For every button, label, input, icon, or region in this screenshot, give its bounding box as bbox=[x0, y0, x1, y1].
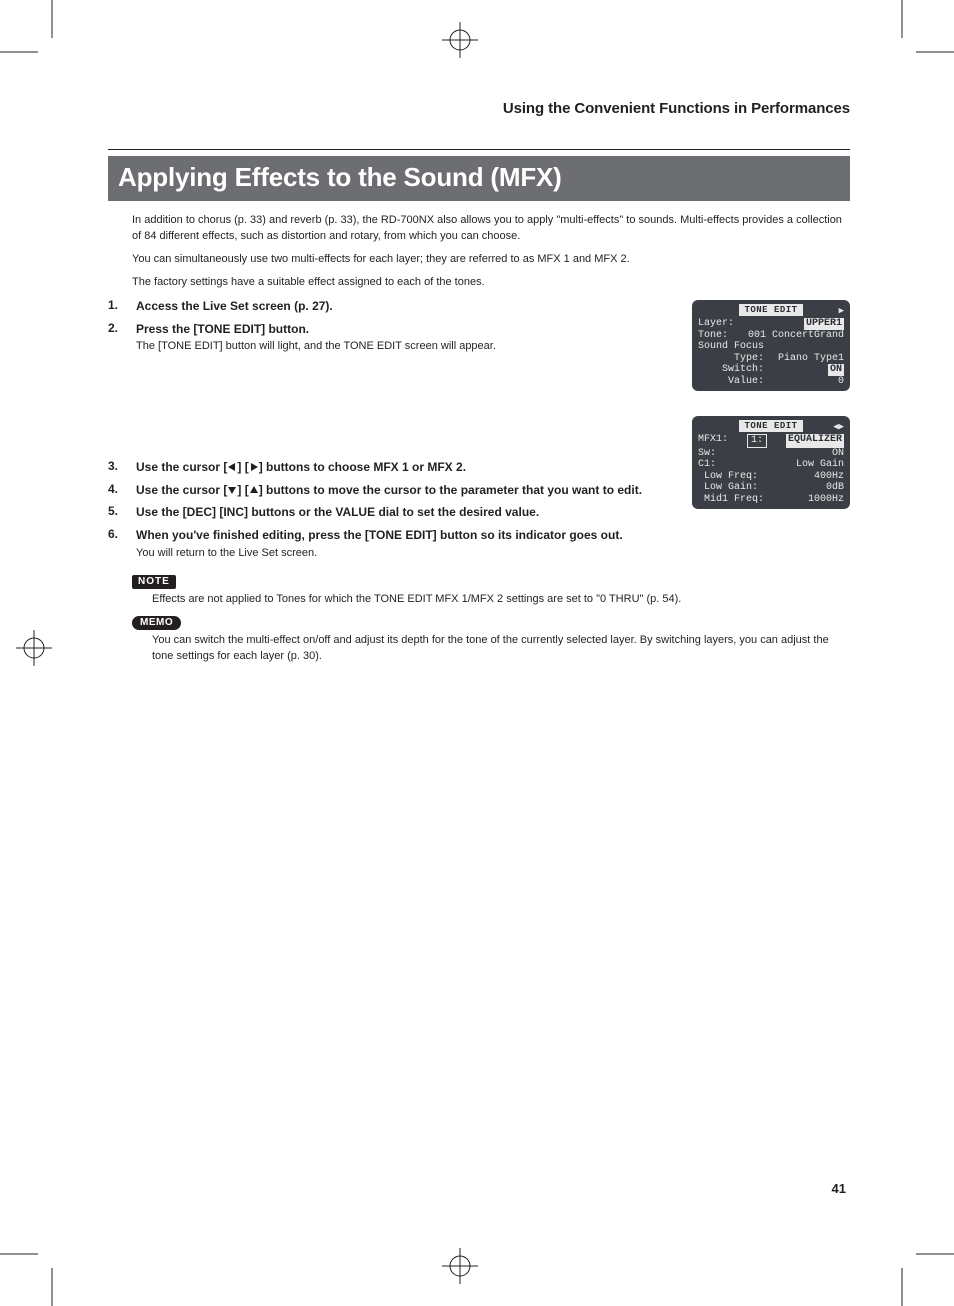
page-title: Applying Effects to the Sound (MFX) bbox=[108, 156, 850, 201]
step-text: Use the cursor [] [] buttons to choose M… bbox=[136, 459, 466, 476]
step-subtext: You will return to the Live Set screen. bbox=[136, 546, 623, 561]
registration-left-icon bbox=[14, 628, 54, 668]
lcd-nav-right-icon: ▶ bbox=[839, 306, 844, 316]
page-content: Using the Convenient Functions in Perfor… bbox=[108, 100, 850, 665]
memo-badge: MEMO bbox=[132, 616, 181, 630]
cursor-up-icon bbox=[249, 485, 259, 495]
step-text: Use the [DEC] [INC] buttons or the VALUE… bbox=[136, 504, 539, 521]
step-number: 2. bbox=[108, 321, 122, 355]
page-number: 41 bbox=[832, 1181, 846, 1196]
step-number: 4. bbox=[108, 482, 122, 499]
cursor-left-icon bbox=[227, 462, 237, 472]
cursor-right-icon bbox=[249, 462, 259, 472]
step-text: Use the cursor [] [] buttons to move the… bbox=[136, 482, 642, 499]
lcd-nav-arrows-icon: ◀▶ bbox=[833, 422, 844, 432]
lcd-title: TONE EDIT bbox=[739, 420, 803, 432]
lcd-screenshot-mfx: TONE EDIT ◀▶ MFX1:1:EQUALIZER Sw:ON C1:L… bbox=[692, 416, 850, 509]
cursor-down-icon bbox=[227, 485, 237, 495]
step-text: Press the [TONE EDIT] button. The [TONE … bbox=[136, 321, 496, 355]
lcd-screenshot-tone-edit: TONE EDIT ▶ Layer:UPPER1 Tone:001 Concer… bbox=[692, 300, 850, 391]
step-number: 5. bbox=[108, 504, 122, 521]
header-rule bbox=[108, 149, 850, 150]
memo-text: You can switch the multi-effect on/off a… bbox=[152, 633, 840, 665]
registration-top-icon bbox=[440, 20, 480, 60]
step-number: 3. bbox=[108, 459, 122, 476]
note-badge: NOTE bbox=[132, 575, 176, 589]
intro-paragraph: You can simultaneously use two multi-eff… bbox=[132, 252, 850, 268]
crop-mark-tr bbox=[884, 0, 954, 70]
step-number: 6. bbox=[108, 527, 122, 561]
intro-paragraph: The factory settings have a suitable eff… bbox=[132, 275, 850, 291]
intro-paragraph: In addition to chorus (p. 33) and reverb… bbox=[132, 213, 850, 245]
intro-block: In addition to chorus (p. 33) and reverb… bbox=[132, 213, 850, 291]
note-text: Effects are not applied to Tones for whi… bbox=[152, 592, 840, 608]
step-item: 6. When you've finished editing, press t… bbox=[108, 527, 850, 561]
crop-mark-br bbox=[884, 1236, 954, 1306]
crop-mark-bl bbox=[0, 1236, 70, 1306]
step-text: Access the Live Set screen (p. 27). bbox=[136, 298, 333, 315]
step-subtext: The [TONE EDIT] button will light, and t… bbox=[136, 339, 496, 354]
step-text: When you've finished editing, press the … bbox=[136, 527, 623, 561]
section-header: Using the Convenient Functions in Perfor… bbox=[108, 100, 850, 117]
crop-mark-tl bbox=[0, 0, 70, 70]
registration-bottom-icon bbox=[440, 1246, 480, 1286]
step-number: 1. bbox=[108, 298, 122, 315]
lcd-title: TONE EDIT bbox=[739, 304, 803, 316]
